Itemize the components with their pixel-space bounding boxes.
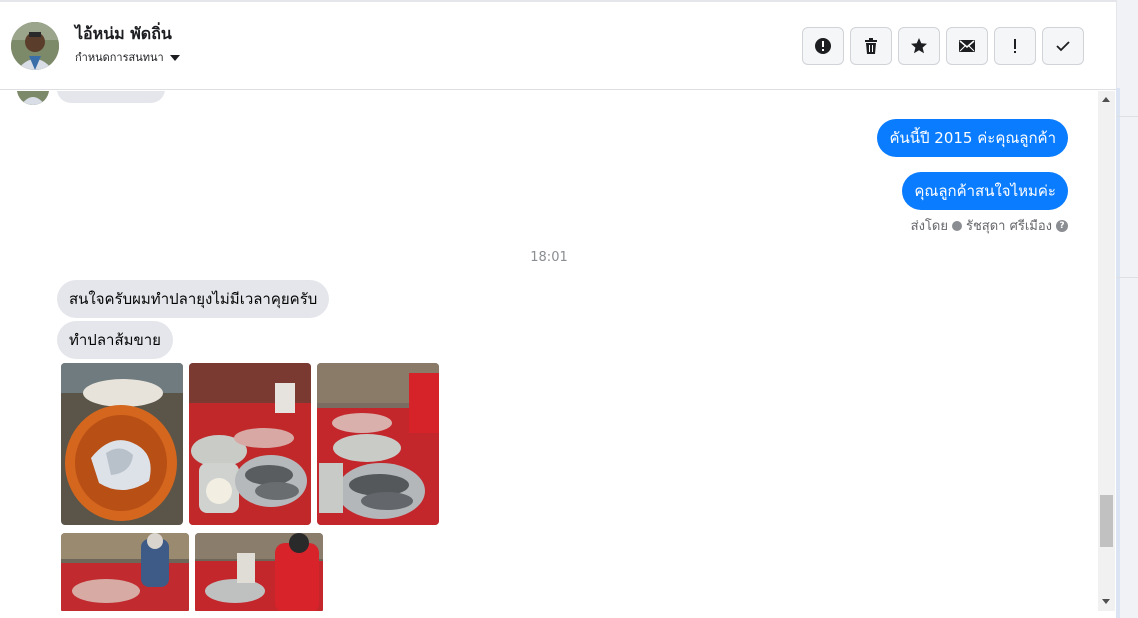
timestamp: 18:01 (530, 250, 568, 265)
envelope-icon (959, 40, 975, 52)
sidebar-highlight (1116, 88, 1120, 618)
photo-attachment[interactable] (317, 363, 439, 525)
outgoing-message[interactable]: คุณลูกค้าสนใจไหมค่ะ (902, 172, 1068, 210)
incoming-message[interactable]: ทำปลาส้มขาย (57, 321, 173, 359)
alert-circle-icon (815, 38, 831, 54)
photo-attachment[interactable] (61, 533, 189, 611)
incoming-message-partial (57, 91, 165, 103)
conversation-settings-label: กำหนดการสนทนา (75, 51, 164, 64)
star-button[interactable] (898, 27, 940, 65)
header-actions (802, 27, 1084, 65)
conversation-header: ไอ้หน่ม พัดถิ่น กำหนดการสนทนา (0, 2, 1116, 90)
sent-by-label: ส่งโดย (910, 219, 948, 234)
star-icon (911, 38, 927, 54)
flag-button[interactable] (994, 27, 1036, 65)
trash-icon (865, 38, 877, 54)
sender-avatar (17, 91, 49, 105)
photo-attachment[interactable] (61, 363, 183, 525)
scrollbar-thumb[interactable] (1100, 495, 1113, 547)
caret-down-icon (169, 54, 180, 61)
sent-by-name: รัชสุดา ศรีเมือง (965, 219, 1052, 234)
photo-attachment[interactable] (195, 533, 323, 611)
verified-icon (951, 220, 962, 231)
conversation-settings[interactable]: กำหนดการสนทนา (75, 48, 180, 66)
sent-by-info: ส่งโดย รัชสุดา ศรีเมือง ? (911, 215, 1068, 236)
contact-name[interactable]: ไอ้หน่ม พัดถิ่น (75, 22, 172, 47)
report-button[interactable] (802, 27, 844, 65)
help-icon[interactable]: ? (1056, 219, 1068, 232)
scroll-up-arrow-icon[interactable] (1102, 97, 1110, 102)
message-list: คันนี้ปี 2015 ค่ะคุณลูกค้า คุณลูกค้าสนใจ… (0, 91, 1098, 611)
check-icon (1056, 41, 1070, 52)
mark-unread-button[interactable] (946, 27, 988, 65)
incoming-message[interactable]: สนใจครับผมทำปลายุงไม่มีเวลาคุยครับ (57, 280, 330, 318)
messenger-window: ไอ้หน่ม พัดถิ่น กำหนดการสนทนา คันนี้ปี 2… (0, 0, 1138, 618)
exclamation-icon (1014, 39, 1016, 53)
mark-done-button[interactable] (1042, 27, 1084, 65)
photo-attachment[interactable] (189, 363, 311, 525)
scroll-down-arrow-icon[interactable] (1102, 599, 1110, 604)
delete-button[interactable] (850, 27, 892, 65)
divider (1116, 116, 1138, 117)
divider (1116, 277, 1138, 278)
outgoing-message[interactable]: คันนี้ปี 2015 ค่ะคุณลูกค้า (877, 119, 1068, 157)
avatar[interactable] (11, 22, 59, 70)
